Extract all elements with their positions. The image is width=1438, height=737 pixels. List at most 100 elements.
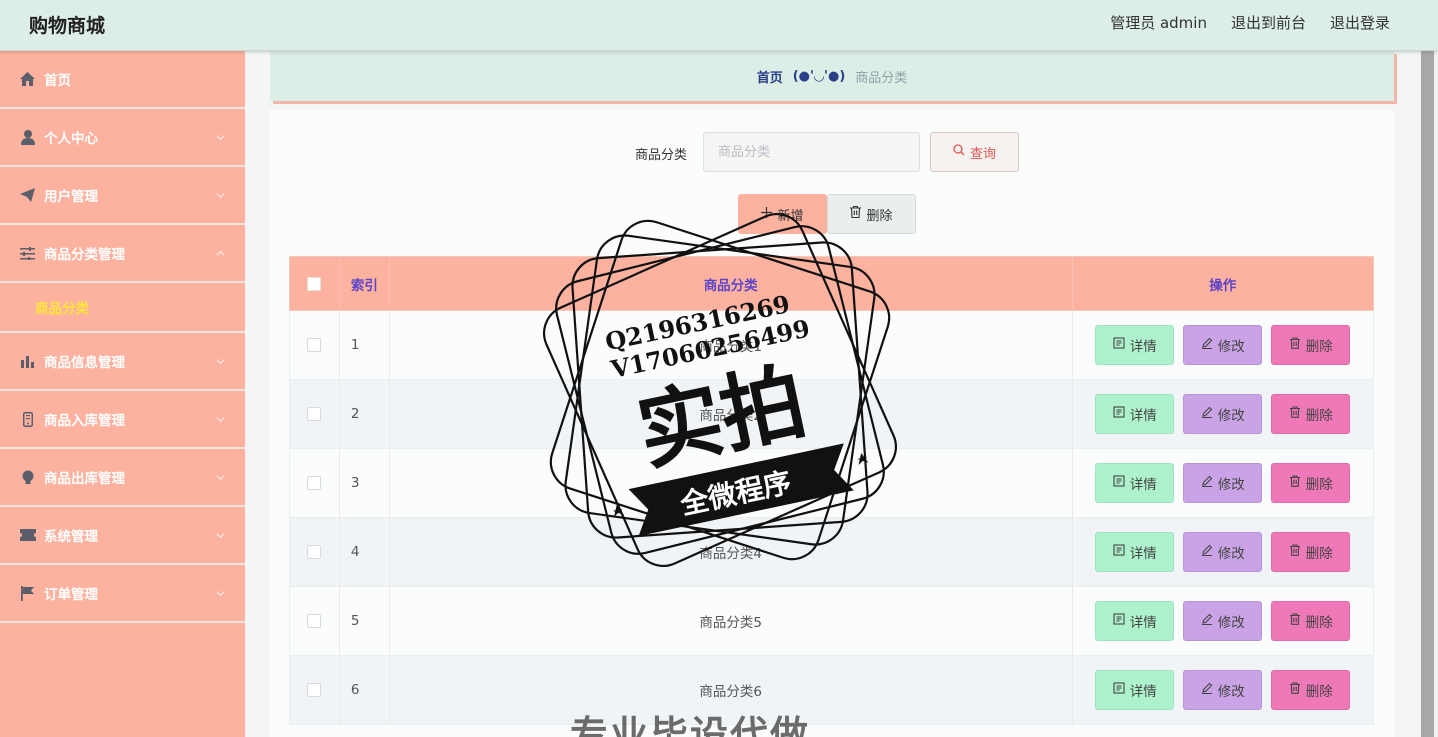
detail-label: 详情 — [1129, 684, 1157, 700]
chevron-down-icon — [216, 188, 225, 199]
brand-title: 购物商城 — [29, 15, 106, 37]
delete-button[interactable]: 删除 — [1271, 394, 1351, 434]
table-row: 2 商品分类2 详情 修改 删除 — [289, 380, 1374, 449]
delete-button[interactable]: 删除 — [1271, 463, 1351, 503]
edit-button[interactable]: 修改 — [1183, 325, 1263, 365]
page-scrollbar-thumb[interactable] — [1421, 51, 1434, 737]
trash-icon — [1289, 544, 1301, 560]
edit-label: 修改 — [1217, 339, 1245, 355]
table-body: 1 商品分类1 详情 修改 删除 2 商品分类2 详情 修改 删除 3 商品分类3 详情 修改 删除 4 商品分… — [289, 311, 1374, 725]
delete-label: 删除 — [1305, 684, 1333, 700]
sidebar-subitem-category[interactable]: 商品分类 — [0, 283, 245, 333]
sidebar-item-system[interactable]: 系统管理 — [0, 507, 245, 565]
detail-button[interactable]: 详情 — [1095, 670, 1175, 710]
sidebar-item-orders[interactable]: 订单管理 — [0, 565, 245, 623]
trash-icon — [1289, 682, 1301, 698]
batch-delete-label: 删除 — [866, 208, 893, 224]
document-icon — [1113, 475, 1125, 491]
row-checkbox[interactable] — [307, 476, 322, 490]
sidebar-item-product-info[interactable]: 商品信息管理 — [0, 333, 245, 391]
detail-button[interactable]: 详情 — [1095, 325, 1175, 365]
select-all-checkbox[interactable] — [307, 276, 322, 291]
delete-button[interactable]: 删除 — [1271, 670, 1351, 710]
row-actions: 详情 修改 删除 — [1095, 670, 1351, 710]
row-checkbox[interactable] — [307, 407, 322, 421]
logout-link[interactable]: 退出登录 — [1330, 12, 1390, 33]
row-checkbox[interactable] — [307, 545, 322, 559]
row-actions: 详情 修改 删除 — [1095, 463, 1351, 503]
edit-button[interactable]: 修改 — [1183, 670, 1263, 710]
document-icon — [1113, 337, 1125, 353]
plus-icon — [761, 206, 773, 222]
table-row: 1 商品分类1 详情 修改 删除 — [289, 311, 1374, 380]
chevron-down-icon — [216, 130, 225, 141]
row-category-name: 商品分类1 — [390, 311, 1073, 379]
row-checkbox[interactable] — [307, 338, 322, 352]
chevron-up-icon — [216, 246, 225, 256]
edit-button[interactable]: 修改 — [1183, 463, 1263, 503]
main-panel: 商品分类 查询 新增 删除 索引 商品分类 操作 1商品分类1详情修改删除2商品… — [269, 110, 1394, 737]
delete-label: 删除 — [1305, 408, 1333, 424]
query-button[interactable]: 查询 — [930, 132, 1019, 172]
chevron-down-icon — [216, 412, 225, 423]
detail-button[interactable]: 详情 — [1095, 532, 1175, 572]
trash-icon — [1289, 337, 1301, 353]
trash-icon — [850, 205, 862, 222]
row-actions: 详情 修改 删除 — [1095, 325, 1351, 365]
edit-button[interactable]: 修改 — [1183, 532, 1263, 572]
sidebar-item-label: 个人中心 — [44, 131, 98, 147]
sidebar-item-label: 订单管理 — [44, 587, 98, 603]
row-index: 3 — [340, 449, 390, 517]
delete-button[interactable]: 删除 — [1271, 601, 1351, 641]
sidebar-item-stock-out[interactable]: 商品出库管理 — [0, 449, 245, 507]
table-row: 5 商品分类5 详情 修改 删除 — [289, 587, 1374, 656]
row-checkbox[interactable] — [307, 614, 322, 628]
add-button[interactable]: 新增 — [738, 194, 827, 234]
sidebar-item-label: 首页 — [44, 73, 71, 89]
row-index: 4 — [340, 518, 390, 586]
row-category-name: 商品分类3 — [390, 449, 1073, 517]
trash-icon — [1289, 406, 1301, 422]
detail-button[interactable]: 详情 — [1095, 601, 1175, 641]
pencil-icon — [1201, 544, 1213, 560]
edit-button[interactable]: 修改 — [1183, 394, 1263, 434]
sidebar-item-category-mgmt[interactable]: 商品分类管理 — [0, 225, 245, 283]
document-icon — [1113, 613, 1125, 629]
row-index: 5 — [340, 587, 390, 655]
delete-button[interactable]: 删除 — [1271, 532, 1351, 572]
bulb-icon — [19, 469, 36, 486]
chevron-down-icon — [216, 470, 225, 481]
row-checkbox[interactable] — [307, 683, 322, 697]
pencil-icon — [1201, 475, 1213, 491]
edit-label: 修改 — [1217, 408, 1245, 424]
row-actions: 详情 修改 删除 — [1095, 601, 1351, 641]
sidebar-item-users[interactable]: 用户管理 — [0, 167, 245, 225]
edit-label: 修改 — [1217, 684, 1245, 700]
row-category-name: 商品分类6 — [390, 656, 1073, 724]
exit-to-front-link[interactable]: 退出到前台 — [1231, 12, 1306, 33]
pencil-icon — [1201, 613, 1213, 629]
sidebar-item-stock-in[interactable]: 商品入库管理 — [0, 391, 245, 449]
pencil-icon — [1201, 682, 1213, 698]
sidebar-item-home[interactable]: 首页 — [0, 51, 245, 109]
row-category-name: 商品分类5 — [390, 587, 1073, 655]
flag-icon — [19, 585, 36, 602]
detail-label: 详情 — [1129, 546, 1157, 562]
detail-button[interactable]: 详情 — [1095, 394, 1175, 434]
breadcrumb-home[interactable]: 首页 — [757, 67, 783, 86]
send-icon — [19, 187, 36, 204]
delete-label: 删除 — [1305, 477, 1333, 493]
sidebar-item-label: 系统管理 — [44, 529, 98, 545]
delete-label: 删除 — [1305, 339, 1333, 355]
row-index: 6 — [340, 656, 390, 724]
batch-delete-button[interactable]: 删除 — [827, 194, 916, 234]
category-search-input[interactable] — [703, 132, 920, 172]
edit-button[interactable]: 修改 — [1183, 601, 1263, 641]
header-ops: 操作 — [1209, 277, 1237, 294]
detail-button[interactable]: 详情 — [1095, 463, 1175, 503]
row-category-name: 商品分类2 — [390, 380, 1073, 448]
sliders-icon — [19, 245, 36, 262]
pencil-icon — [1201, 406, 1213, 422]
sidebar-item-profile[interactable]: 个人中心 — [0, 109, 245, 167]
delete-button[interactable]: 删除 — [1271, 325, 1351, 365]
